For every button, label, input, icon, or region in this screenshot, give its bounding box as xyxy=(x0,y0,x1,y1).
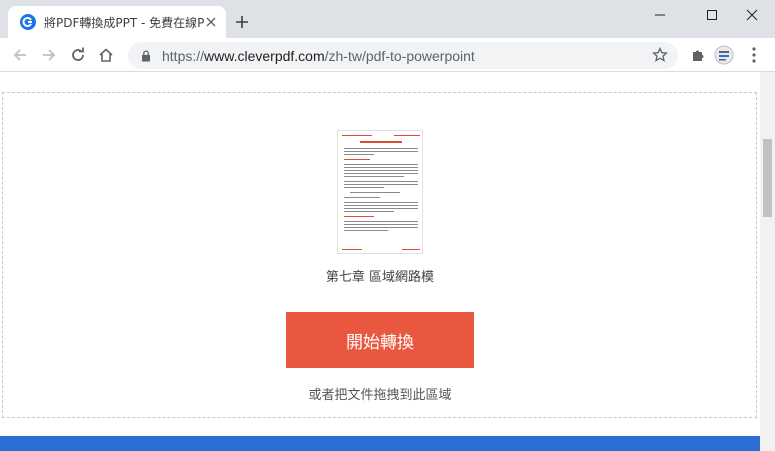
file-name-label: 第七章 區域網路模 xyxy=(325,270,435,285)
close-window-button[interactable] xyxy=(729,0,775,30)
browser-toolbar: https://www.cleverpdf.com/zh-tw/pdf-to-p… xyxy=(0,38,775,72)
menu-kebab-icon[interactable] xyxy=(744,45,764,65)
page-viewport: 第七章 區域網路模 開始轉換 或者把文件拖拽到此區域 xyxy=(0,72,760,451)
url-text: https://www.cleverpdf.com/zh-tw/pdf-to-p… xyxy=(162,48,475,64)
address-bar[interactable]: https://www.cleverpdf.com/zh-tw/pdf-to-p… xyxy=(128,42,678,69)
forward-button[interactable] xyxy=(37,43,61,67)
new-tab-button[interactable] xyxy=(232,12,252,32)
url-path: /zh-tw/pdf-to-powerpoint xyxy=(324,47,475,64)
page-scrollbar[interactable] xyxy=(760,72,775,451)
bookmark-star-icon[interactable] xyxy=(652,46,668,63)
tab-title: 將PDF轉換成PPT - 免費在線PDF xyxy=(44,15,204,30)
browser-tab[interactable]: 將PDF轉換成PPT - 免費在線PDF xyxy=(8,6,226,38)
footer-bar xyxy=(0,436,760,451)
home-button[interactable] xyxy=(94,43,118,67)
minimize-button[interactable] xyxy=(637,0,683,30)
reload-button[interactable] xyxy=(66,43,90,67)
profile-avatar-icon[interactable] xyxy=(714,45,734,65)
tab-close-icon[interactable] xyxy=(204,15,218,29)
pdf-page-thumbnail xyxy=(337,130,423,254)
lock-icon[interactable] xyxy=(140,49,152,62)
drop-hint-text: 或者把文件拖拽到此區域 xyxy=(308,388,452,403)
url-scheme: https:// xyxy=(162,47,205,64)
start-conversion-button[interactable]: 開始轉換 xyxy=(286,312,474,368)
url-host: www.cleverpdf.com xyxy=(204,47,325,64)
tab-strip: 將PDF轉換成PPT - 免費在線PDF xyxy=(0,0,775,38)
extensions-puzzle-icon[interactable] xyxy=(688,45,708,65)
scrollbar-thumb[interactable] xyxy=(763,139,772,217)
browser-window: 將PDF轉換成PPT - 免費在線PDF https://www.cleverp… xyxy=(0,0,775,451)
cleverpdf-icon xyxy=(20,14,36,30)
back-button[interactable] xyxy=(8,43,32,67)
